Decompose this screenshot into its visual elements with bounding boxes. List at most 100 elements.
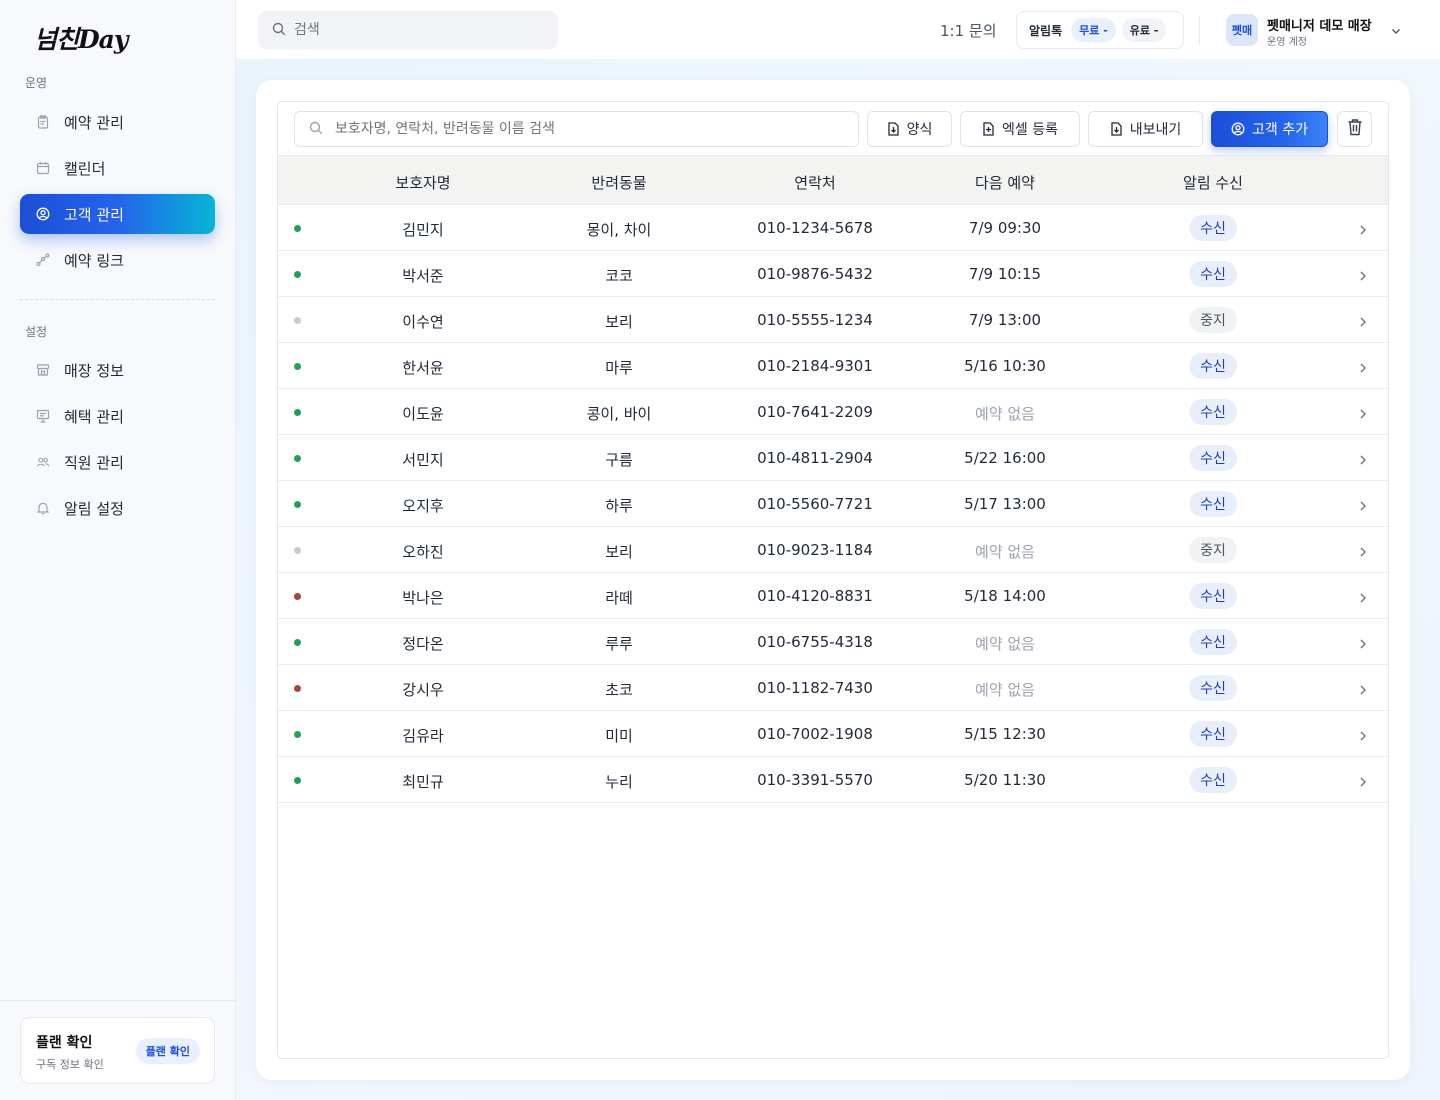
guardian-name: 강시우 xyxy=(402,681,444,699)
notification-badge: 수신 xyxy=(1189,583,1237,609)
next-reservation: 5/22 16:00 xyxy=(964,449,1046,467)
sidebar-item-calendar[interactable]: 캘린더 xyxy=(20,148,215,188)
chevron-right-icon[interactable] xyxy=(1358,405,1368,424)
sidebar-bottom-divider xyxy=(0,1000,236,1001)
sidebar-item-staff[interactable]: 직원 관리 xyxy=(20,442,215,482)
status-dot xyxy=(294,271,301,278)
next-reservation: 5/16 10:30 xyxy=(964,357,1046,375)
export-button[interactable]: 내보내기 xyxy=(1088,111,1203,147)
guardian-name: 오지후 xyxy=(402,497,444,515)
table-toolbar: 양식 엑셀 등록 내보내기 고객 추가 xyxy=(278,102,1388,154)
users-icon xyxy=(36,455,50,469)
guardian-name: 김유라 xyxy=(402,727,444,745)
inquiry-link[interactable]: 1:1 문의 xyxy=(940,20,997,41)
table-row[interactable]: 김유라 미미 010-7002-1908 5/15 12:30 수신 xyxy=(278,711,1388,757)
table-row[interactable]: 서민지 구름 010-4811-2904 5/22 16:00 수신 xyxy=(278,435,1388,481)
pet-names: 미미 xyxy=(605,727,633,745)
phone-number: 010-1182-7430 xyxy=(757,679,873,697)
phone-number: 010-6755-4318 xyxy=(757,633,873,651)
pet-names: 누리 xyxy=(605,773,633,791)
column-header-notification[interactable]: 알림 수신 xyxy=(1183,172,1243,193)
free-count-chip[interactable]: 무료 - xyxy=(1071,18,1116,42)
sidebar-item-customers[interactable]: 고객 관리 xyxy=(20,194,215,234)
global-search-input[interactable] xyxy=(294,22,534,38)
notification-badge: 수신 xyxy=(1189,353,1237,379)
excel-import-button[interactable]: 엑셀 등록 xyxy=(960,111,1080,147)
template-button[interactable]: 양식 xyxy=(867,111,952,147)
next-reservation: 예약 없음 xyxy=(975,681,1035,699)
column-header-phone[interactable]: 연락처 xyxy=(794,172,835,193)
bell-icon xyxy=(36,501,50,515)
status-dot xyxy=(294,455,301,462)
next-reservation: 5/17 13:00 xyxy=(964,495,1046,513)
next-reservation: 7/9 13:00 xyxy=(968,311,1042,329)
clipboard-icon xyxy=(36,115,50,129)
file-upload-icon xyxy=(982,122,995,136)
chevron-right-icon[interactable] xyxy=(1358,543,1368,562)
customer-search[interactable] xyxy=(294,111,859,147)
delete-button[interactable] xyxy=(1337,111,1372,147)
chevron-right-icon[interactable] xyxy=(1358,497,1368,516)
guardian-name: 정다온 xyxy=(402,635,444,653)
sidebar-item-benefits[interactable]: 혜택 관리 xyxy=(20,396,215,436)
sidebar-item-label: 고객 관리 xyxy=(64,205,124,224)
table-row[interactable]: 한서윤 마루 010-2184-9301 5/16 10:30 수신 xyxy=(278,343,1388,389)
column-header-pets[interactable]: 반려동물 xyxy=(591,172,646,193)
notification-badge: 수신 xyxy=(1189,721,1237,747)
column-header-next-reservation[interactable]: 다음 예약 xyxy=(975,172,1035,193)
sidebar-item-store-info[interactable]: 매장 정보 xyxy=(20,350,215,390)
pet-names: 보리 xyxy=(605,313,633,331)
table-row[interactable]: 정다온 루루 010-6755-4318 예약 없음 수신 xyxy=(278,619,1388,665)
sidebar-item-label: 예약 관리 xyxy=(64,113,124,132)
chevron-right-icon[interactable] xyxy=(1358,589,1368,608)
account-name: 펫매니저 데모 매장 xyxy=(1267,19,1372,34)
table-row[interactable]: 박서준 코코 010-9876-5432 7/9 10:15 수신 xyxy=(278,251,1388,297)
plan-check-button[interactable]: 플랜 확인 xyxy=(135,1038,200,1064)
template-button-label: 양식 xyxy=(906,122,933,138)
sidebar-item-reservations[interactable]: 예약 관리 xyxy=(20,102,215,142)
chevron-right-icon[interactable] xyxy=(1358,773,1368,792)
table-row[interactable]: 최민규 누리 010-3391-5570 5/20 11:30 수신 xyxy=(278,757,1388,803)
pet-names: 몽이, 차이 xyxy=(586,221,652,239)
sidebar-divider xyxy=(20,299,215,300)
guardian-name: 김민지 xyxy=(402,221,444,239)
next-reservation: 7/9 10:15 xyxy=(968,265,1042,283)
phone-number: 010-1234-5678 xyxy=(757,219,873,237)
plan-card: 플랜 확인 구독 정보 확인 플랜 확인 xyxy=(20,1017,215,1084)
chevron-right-icon[interactable] xyxy=(1358,359,1368,378)
table-row[interactable]: 이도윤 콩이, 바이 010-7641-2209 예약 없음 수신 xyxy=(278,389,1388,435)
chevron-right-icon[interactable] xyxy=(1358,727,1368,746)
pet-names: 라떼 xyxy=(605,589,633,607)
sidebar-item-label: 예약 링크 xyxy=(64,251,124,270)
customer-search-input[interactable] xyxy=(335,121,835,137)
add-customer-button[interactable]: 고객 추가 xyxy=(1211,111,1328,147)
phone-number: 010-5560-7721 xyxy=(757,495,873,513)
sidebar-item-booking-link[interactable]: 예약 링크 xyxy=(20,240,215,280)
global-search[interactable] xyxy=(258,11,558,49)
file-download-icon xyxy=(887,122,900,136)
table-row[interactable]: 오지후 하루 010-5560-7721 5/17 13:00 수신 xyxy=(278,481,1388,527)
table-row[interactable]: 김민지 몽이, 차이 010-1234-5678 7/9 09:30 수신 xyxy=(278,205,1388,251)
sidebar-item-label: 직원 관리 xyxy=(64,453,124,472)
sidebar-item-notification-settings[interactable]: 알림 설정 xyxy=(20,488,215,528)
chevron-right-icon[interactable] xyxy=(1358,313,1368,332)
chevron-right-icon[interactable] xyxy=(1358,681,1368,700)
table-row[interactable]: 오하진 보리 010-9023-1184 예약 없음 중지 xyxy=(278,527,1388,573)
table-row[interactable]: 박나은 라떼 010-4120-8831 5/18 14:00 수신 xyxy=(278,573,1388,619)
account-menu[interactable]: 펫매 펫매니저 데모 매장 운영 계정 xyxy=(1226,14,1406,48)
table-row[interactable]: 이수연 보리 010-5555-1234 7/9 13:00 중지 xyxy=(278,297,1388,343)
chevron-right-icon[interactable] xyxy=(1358,267,1368,286)
brand-logo[interactable]: 넘친Day xyxy=(34,20,128,56)
status-dot xyxy=(294,547,301,554)
notification-badge: 수신 xyxy=(1189,261,1237,287)
chevron-right-icon[interactable] xyxy=(1358,451,1368,470)
column-header-guardian[interactable]: 보호자명 xyxy=(395,172,450,193)
table-row[interactable]: 강시우 초코 010-1182-7430 예약 없음 수신 xyxy=(278,665,1388,711)
status-dot xyxy=(294,225,301,232)
next-reservation: 예약 없음 xyxy=(975,635,1035,653)
chevron-right-icon[interactable] xyxy=(1358,221,1368,240)
chevron-right-icon[interactable] xyxy=(1358,635,1368,654)
guardian-name: 최민규 xyxy=(402,773,444,791)
search-icon xyxy=(272,21,286,40)
paid-count-chip[interactable]: 유료 - xyxy=(1121,18,1167,42)
